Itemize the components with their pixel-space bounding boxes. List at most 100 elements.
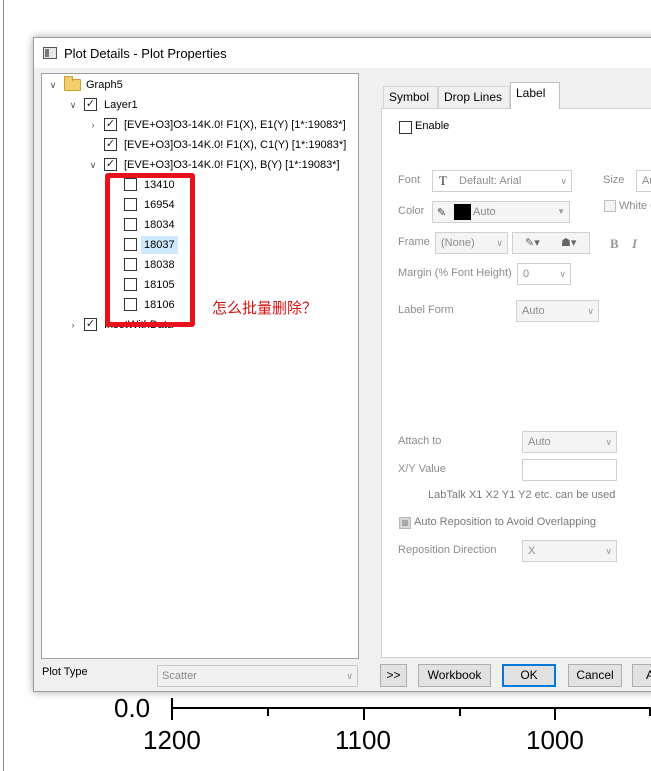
plot-type-label: Plot Type: [42, 666, 88, 678]
tree-sub-item[interactable]: 16954: [120, 196, 200, 214]
sub-item-checkbox[interactable]: [124, 298, 137, 311]
chevron-down-icon: ∨: [559, 269, 566, 279]
tree-sub-item[interactable]: 18038: [120, 256, 200, 274]
tree-item-plot[interactable]: › ✓ [EVE+O3]O3-14K.0! F1(X), E1(Y) [1*:1…: [88, 116, 358, 134]
workbook-button[interactable]: Workbook: [418, 664, 491, 687]
plot-checkbox[interactable]: ✓: [104, 138, 117, 151]
frame-color-buttons[interactable]: ✎▾ ☗▾: [512, 232, 590, 254]
label-form-select[interactable]: Auto ∨: [516, 300, 599, 322]
sub-item-checkbox[interactable]: [124, 218, 137, 231]
collapse-arrow-icon[interactable]: ∨: [88, 156, 98, 174]
folder-icon: [64, 76, 81, 91]
tree-item-plot[interactable]: ✓ [EVE+O3]O3-14K.0! F1(X), C1(Y) [1*:190…: [88, 136, 358, 154]
white-out-label: White O: [619, 200, 651, 212]
font-select[interactable]: T Default: Arial ∨: [432, 170, 572, 192]
pen-icon[interactable]: ✎▾: [525, 233, 540, 253]
xy-value-input[interactable]: [522, 459, 617, 481]
tree-sub-item[interactable]: 18105: [120, 276, 200, 294]
chevron-down-icon: ∨: [560, 176, 567, 186]
enable-label: Enable: [415, 120, 450, 132]
chevron-down-icon: ∨: [346, 671, 353, 681]
tree-item-plot[interactable]: ∨ ✓ [EVE+O3]O3-14K.0! F1(X), B(Y) [1*:19…: [88, 156, 358, 174]
expand-arrow-icon[interactable]: ›: [88, 116, 98, 134]
app-window-icon: [43, 47, 57, 59]
margin-label: Margin (% Font Height): [398, 267, 512, 279]
sub-item-checkbox[interactable]: [124, 278, 137, 291]
tree-sub-item-selected[interactable]: 18037: [120, 236, 200, 254]
chevron-down-icon: ∨: [605, 546, 612, 556]
plot-checkbox[interactable]: ✓: [104, 158, 117, 171]
auto-reposition-checkbox[interactable]: [399, 517, 411, 529]
color-swatch: [454, 204, 471, 220]
pen-icon: ✎: [437, 207, 447, 219]
frame-select[interactable]: (None) ∨: [435, 232, 508, 254]
dialog-title: Plot Details - Plot Properties: [64, 46, 227, 61]
reposition-direction-value: X: [528, 545, 536, 557]
cancel-button[interactable]: Cancel: [568, 664, 622, 687]
plot-tree[interactable]: ∨ Graph5 ∨ ✓ Layer1 › ✓ [EVE+O3]O3-14K.0…: [41, 73, 359, 659]
auto-reposition-label: Auto Reposition to Avoid Overlapping: [414, 516, 597, 528]
tree-sub-item[interactable]: 18106: [120, 296, 200, 314]
font-label: Font: [398, 174, 421, 186]
sub-item-label: 18105: [144, 279, 175, 291]
sub-item-checkbox[interactable]: [124, 238, 137, 251]
tree-item-graph[interactable]: ∨ Graph5: [48, 76, 248, 94]
italic-icon[interactable]: I: [632, 236, 637, 252]
sub-item-checkbox[interactable]: [124, 258, 137, 271]
tab-label[interactable]: Label: [510, 82, 560, 109]
x-tick-label: 1000: [526, 725, 584, 755]
attach-to-label: Attach to: [398, 435, 442, 447]
frame-value: (None): [441, 237, 475, 249]
plot-type-select[interactable]: Scatter ∨: [157, 665, 358, 687]
size-value: Au: [642, 175, 651, 187]
tree-item-inset[interactable]: › ✓ InsetWithData: [68, 316, 268, 334]
reposition-direction-select[interactable]: X ∨: [522, 540, 617, 562]
collapse-arrow-icon[interactable]: ∨: [68, 96, 78, 114]
sub-item-label: 18106: [144, 299, 175, 311]
color-select[interactable]: ✎ Auto ▼: [432, 201, 570, 223]
annotation-text: 怎么批量删除？: [212, 300, 318, 317]
sub-item-label: 16954: [144, 199, 175, 211]
size-select[interactable]: Au: [636, 170, 651, 192]
labtalk-hint: LabTalk X1 X2 Y1 Y2 etc. can be used: [428, 489, 616, 501]
white-out-checkbox[interactable]: [604, 200, 616, 212]
size-label: Size: [603, 174, 625, 186]
color-label: Color: [398, 205, 425, 217]
title-bar[interactable]: Plot Details - Plot Properties: [34, 38, 651, 68]
tree-item-layer[interactable]: ∨ ✓ Layer1: [68, 96, 268, 114]
margin-value: 0: [523, 268, 530, 280]
chevron-down-icon: ∨: [496, 238, 503, 248]
bold-icon[interactable]: B: [610, 236, 619, 252]
sub-item-label: 18037: [141, 236, 178, 254]
sub-item-checkbox[interactable]: [124, 178, 137, 191]
tab-drop-lines[interactable]: Drop Lines: [438, 86, 510, 108]
apply-button[interactable]: A: [632, 664, 651, 687]
attach-to-select[interactable]: Auto ∨: [522, 431, 617, 453]
ok-button[interactable]: OK: [502, 664, 556, 687]
tab-symbol[interactable]: Symbol: [383, 86, 438, 108]
plot-details-dialog: Plot Details - Plot Properties ∨ Graph5 …: [33, 37, 651, 692]
collapse-arrow-icon[interactable]: ∨: [48, 76, 58, 94]
chevron-down-icon: ∨: [587, 306, 594, 316]
frame-label: Frame: [398, 236, 430, 248]
label-form-value: Auto: [522, 305, 545, 317]
inset-checkbox[interactable]: ✓: [84, 318, 97, 331]
expand-button[interactable]: >>: [380, 664, 407, 687]
tree-item-label: Graph5: [86, 79, 123, 91]
background-window-edge: [3, 0, 4, 771]
layer-checkbox[interactable]: ✓: [84, 98, 97, 111]
tree-item-label: [EVE+O3]O3-14K.0! F1(X), E1(Y) [1*:19083…: [124, 119, 346, 131]
enable-checkbox[interactable]: [399, 121, 412, 134]
sub-item-checkbox[interactable]: [124, 198, 137, 211]
tree-sub-item[interactable]: 13410: [120, 176, 200, 194]
tree-sub-item[interactable]: 18034: [120, 216, 200, 234]
graph-x-axis: 0.0 1200 1100 1000: [114, 693, 651, 755]
plot-type-value: Scatter: [162, 670, 197, 682]
reposition-direction-label: Reposition Direction: [398, 544, 497, 556]
dropdown-triangle-icon: ▼: [557, 207, 565, 216]
expand-arrow-icon[interactable]: ›: [68, 316, 78, 334]
margin-select[interactable]: 0 ∨: [517, 263, 571, 285]
fill-bucket-icon[interactable]: ☗▾: [561, 233, 576, 253]
plot-checkbox[interactable]: ✓: [104, 118, 117, 131]
y-tick-label: 0.0: [114, 693, 150, 723]
